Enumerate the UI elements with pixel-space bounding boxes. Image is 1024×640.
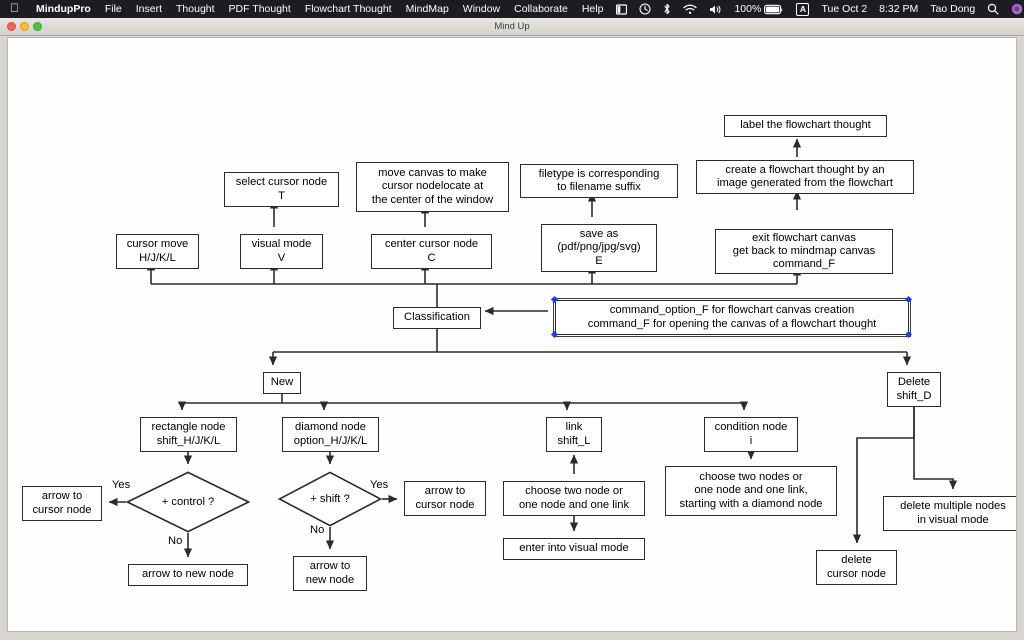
sidebar-icon[interactable]: [610, 3, 633, 15]
input-source-icon[interactable]: A: [790, 2, 815, 16]
node-center-cursor-node[interactable]: center cursor node C: [371, 234, 492, 269]
node-rectangle-node[interactable]: rectangle node shift_H/J/K/L: [140, 417, 237, 452]
flowchart-canvas-container[interactable]: label the flowchart thought create a flo…: [7, 37, 1017, 632]
menu-item-mindup-pro[interactable]: MindupPro: [29, 0, 98, 18]
node-filetype-corresponding[interactable]: filetype is corresponding to filename su…: [520, 164, 678, 198]
node-cursor-move[interactable]: cursor move H/J/K/L: [116, 234, 199, 269]
selection-handle-bottom-right[interactable]: [904, 330, 913, 339]
menu-item-window[interactable]: Window: [456, 0, 507, 18]
edge-label-no-control: No: [168, 535, 183, 547]
menu-item-file[interactable]: File: [98, 0, 129, 18]
node-delete-cursor-node[interactable]: delete cursor node: [816, 550, 897, 585]
node-arrow-to-new-node-2[interactable]: arrow to new node: [293, 556, 367, 591]
menu-item-insert[interactable]: Insert: [129, 0, 169, 18]
node-enter-into-visual-mode[interactable]: enter into visual mode: [503, 538, 645, 560]
node-visual-mode[interactable]: visual mode V: [240, 234, 323, 269]
window-title: Mind Up: [494, 21, 530, 32]
menubar-status-area: 100% A Tue Oct 2 8:32 PM Tao Dong: [610, 0, 1024, 18]
node-move-canvas[interactable]: move canvas to make cursor nodelocate at…: [356, 162, 509, 212]
wifi-icon[interactable]: [677, 4, 703, 15]
siri-icon[interactable]: [1005, 3, 1024, 15]
node-classification[interactable]: Classification: [393, 307, 481, 329]
menubar-time[interactable]: 8:32 PM: [873, 0, 924, 18]
volume-icon[interactable]: [703, 4, 728, 15]
battery-percent-label: 100%: [725, 3, 761, 15]
node-arrow-to-new-node-1[interactable]: arrow to new node: [128, 564, 248, 586]
edge-label-yes-shift: Yes: [370, 479, 389, 491]
decision-plus-control[interactable]: + control ?: [126, 471, 250, 533]
battery-status[interactable]: 100%: [728, 0, 790, 18]
apple-logo-icon[interactable]: : [0, 2, 29, 14]
menu-item-help[interactable]: Help: [575, 0, 611, 18]
menubar-user[interactable]: Tao Dong: [924, 0, 981, 18]
node-new[interactable]: New: [263, 372, 301, 394]
decision-plus-shift[interactable]: + shift ?: [278, 471, 382, 527]
menu-item-mindmap[interactable]: MindMap: [399, 0, 456, 18]
node-label-the-flowchart-thought[interactable]: label the flowchart thought: [724, 115, 887, 137]
edge-label-no-shift: No: [310, 524, 325, 536]
battery-icon: [764, 4, 784, 15]
menu-item-pdf-thought[interactable]: PDF Thought: [222, 0, 298, 18]
node-link[interactable]: link shift_L: [546, 417, 602, 452]
macos-menu-bar:  MindupPro File Insert Thought PDF Thou…: [0, 0, 1024, 18]
menu-item-flowchart-thought[interactable]: Flowchart Thought: [298, 0, 399, 18]
node-select-cursor-node[interactable]: select cursor node T: [224, 172, 339, 207]
menu-item-thought[interactable]: Thought: [169, 0, 222, 18]
node-arrow-to-cursor-node-1[interactable]: arrow to cursor node: [22, 486, 102, 521]
node-command-f-selected[interactable]: command_option_F for flowchart canvas cr…: [553, 298, 911, 337]
node-exit-flowchart-canvas[interactable]: exit flowchart canvas get back to mindma…: [715, 229, 893, 274]
input-source-label: A: [796, 2, 810, 16]
node-save-as[interactable]: save as (pdf/png/jpg/svg) E: [541, 224, 657, 272]
flowchart-canvas[interactable]: label the flowchart thought create a flo…: [8, 38, 1016, 631]
node-diamond-node[interactable]: diamond node option_H/J/K/L: [282, 417, 379, 452]
spotlight-search-icon[interactable]: [981, 3, 1005, 15]
edge-label-yes-control: Yes: [112, 479, 131, 491]
menu-item-collaborate[interactable]: Collaborate: [507, 0, 575, 18]
time-machine-icon[interactable]: [633, 3, 657, 15]
app-window: Mind Up label the flowchart thought crea…: [0, 18, 1024, 640]
node-arrow-to-cursor-node-2[interactable]: arrow to cursor node: [404, 481, 486, 516]
node-create-flowchart-thought[interactable]: create a flowchart thought by an image g…: [696, 160, 914, 194]
menubar-date[interactable]: Tue Oct 2: [815, 0, 873, 18]
node-condition-node[interactable]: condition node i: [704, 417, 798, 452]
window-title-bar[interactable]: Mind Up: [0, 18, 1024, 36]
bluetooth-icon[interactable]: [657, 3, 677, 15]
node-choose-two-node-or-link[interactable]: choose two node or one node and one link: [503, 481, 645, 516]
node-delete-multiple-nodes[interactable]: delete multiple nodes in visual mode: [883, 496, 1016, 531]
node-delete[interactable]: Delete shift_D: [887, 372, 941, 407]
node-choose-two-nodes-diamond[interactable]: choose two nodes or one node and one lin…: [665, 466, 837, 516]
